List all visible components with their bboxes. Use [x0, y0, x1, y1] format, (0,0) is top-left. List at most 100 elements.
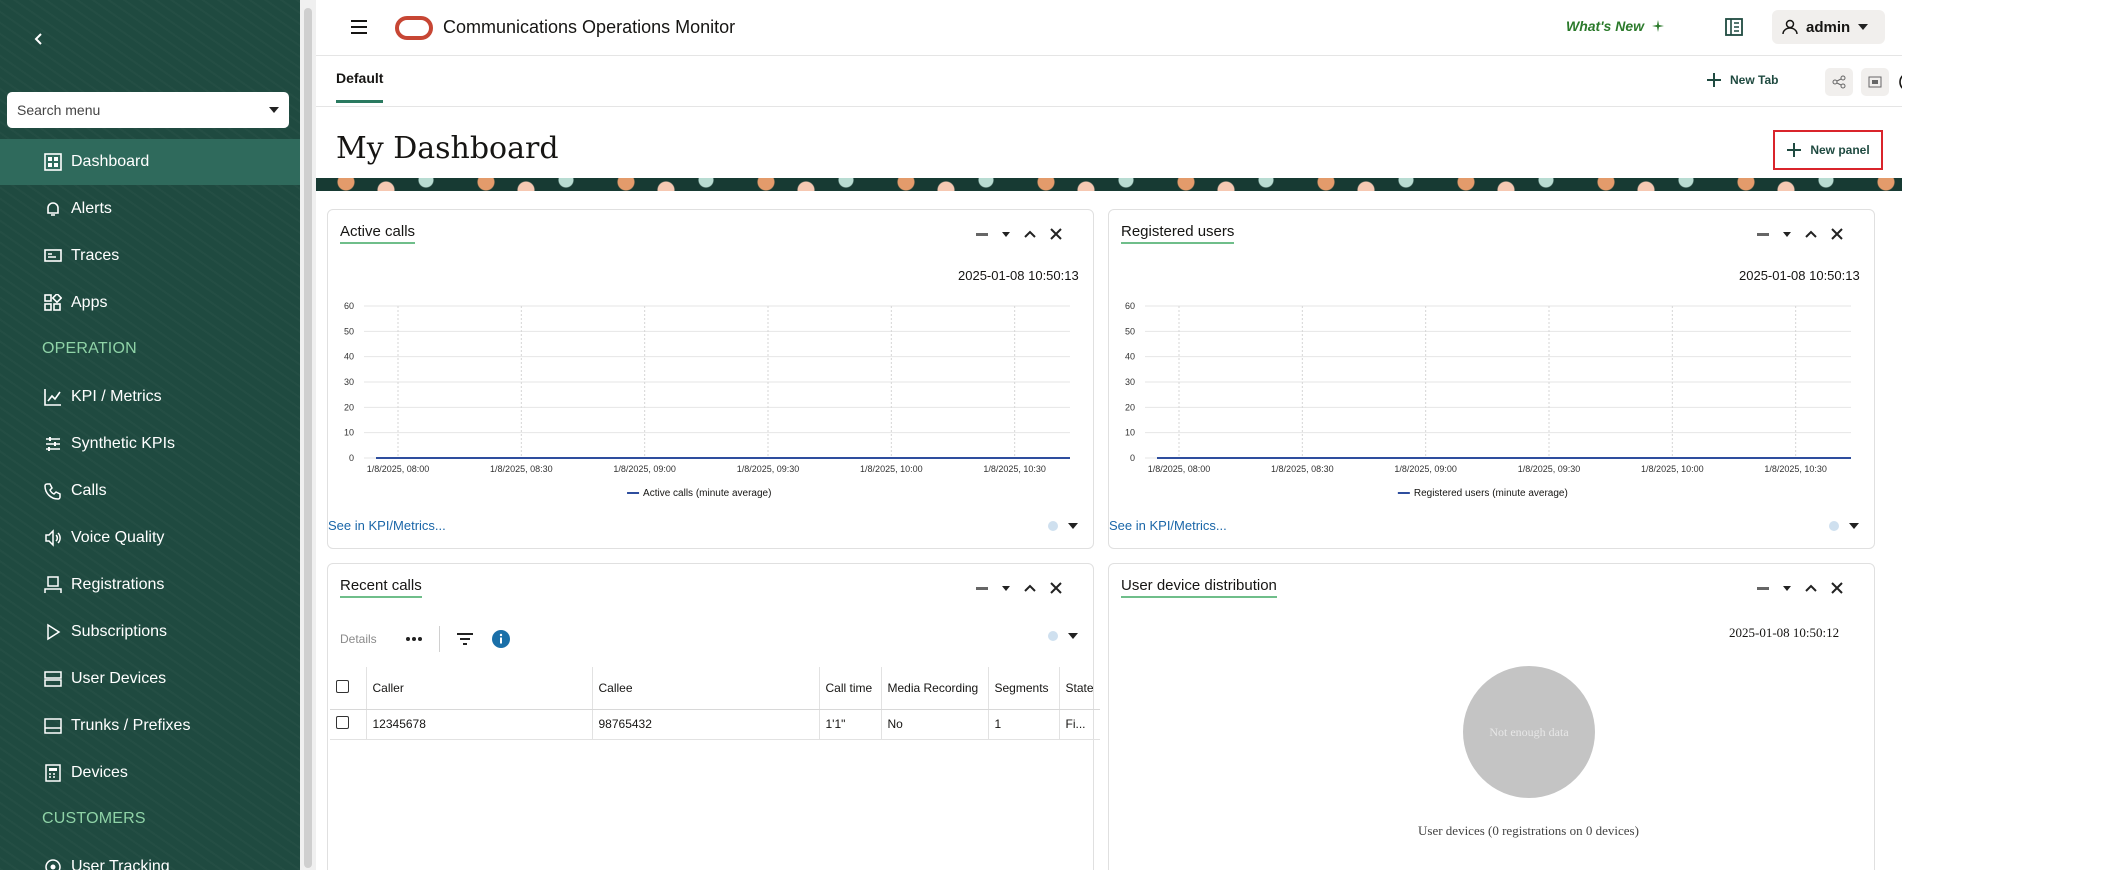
- y-tick-label: 40: [1125, 352, 1135, 362]
- chevron-up-icon[interactable]: [1024, 229, 1036, 239]
- empty-state-label: Not enough data: [1489, 724, 1569, 739]
- sidebar-item-label: Subscriptions: [71, 623, 168, 640]
- row-checkbox[interactable]: [336, 716, 349, 729]
- sidebar-item-alerts[interactable]: Alerts: [0, 186, 300, 232]
- tab-default[interactable]: Default: [336, 70, 384, 103]
- user-icon: [1782, 19, 1798, 35]
- chevron-down-icon[interactable]: [1068, 523, 1078, 529]
- column-header-caller[interactable]: Caller: [366, 667, 593, 710]
- sidebar-item-label: Traces: [71, 247, 120, 264]
- x-tick-label: 1/8/2025, 10:30: [1764, 464, 1827, 474]
- search-menu-input[interactable]: [7, 92, 289, 128]
- sidebar-item-apps[interactable]: Apps: [0, 280, 300, 326]
- x-tick-label: 1/8/2025, 09:00: [1394, 464, 1457, 474]
- chevron-up-icon[interactable]: [1805, 583, 1817, 593]
- scrollbar[interactable]: [304, 8, 312, 868]
- chevron-up-icon[interactable]: [1805, 229, 1817, 239]
- select-all-checkbox[interactable]: [336, 679, 349, 693]
- whats-new-link[interactable]: What's New: [1566, 18, 1665, 34]
- new-panel-label: New panel: [1810, 143, 1870, 157]
- sidebar-item-dashboard[interactable]: Dashboard: [0, 139, 300, 185]
- minimize-icon[interactable]: [976, 586, 988, 590]
- panel-timestamp: 2025-01-08 10:50:13: [1739, 268, 1860, 283]
- server-icon: [44, 671, 62, 687]
- play-icon: [47, 623, 61, 641]
- column-header-media-recording[interactable]: Media Recording: [881, 667, 989, 710]
- chevron-down-icon[interactable]: [1849, 523, 1859, 529]
- column-header-call-time[interactable]: Call time: [819, 667, 882, 710]
- sidebar-item-label: Registrations: [71, 576, 165, 593]
- panel-title[interactable]: Registered users: [1121, 223, 1235, 244]
- sidebar-item-user-tracking[interactable]: User Tracking: [0, 844, 300, 870]
- sidebar-item-synthetic-kpis[interactable]: Synthetic KPIs: [0, 421, 300, 467]
- chevron-down-icon[interactable]: [1002, 585, 1010, 591]
- info-icon[interactable]: [491, 630, 510, 648]
- hamburger-menu-icon[interactable]: [348, 16, 370, 38]
- new-tab-button[interactable]: New Tab: [1706, 72, 1778, 88]
- sliders-icon: [46, 437, 60, 451]
- search-menu-field[interactable]: [17, 102, 269, 118]
- see-in-kpi-link[interactable]: See in KPI/Metrics...: [1109, 518, 1227, 533]
- panel-title[interactable]: User device distribution: [1121, 577, 1277, 598]
- chevron-down-icon[interactable]: [1783, 231, 1791, 237]
- sidebar-item-subscriptions[interactable]: Subscriptions: [0, 609, 300, 655]
- legend-label: Registered users (minute average): [1414, 488, 1568, 499]
- sidebar-item-label: Voice Quality: [71, 529, 165, 546]
- book-icon[interactable]: [1723, 16, 1745, 38]
- panel-title[interactable]: Recent calls: [340, 577, 422, 598]
- fullscreen-button[interactable]: [1861, 68, 1889, 96]
- panel-timestamp: 2025-01-08 10:50:13: [958, 268, 1079, 283]
- sidebar-item-calls[interactable]: Calls: [0, 468, 300, 514]
- close-icon[interactable]: [1050, 228, 1062, 240]
- minimize-icon[interactable]: [976, 232, 988, 236]
- new-tab-label: New Tab: [1730, 73, 1779, 87]
- y-tick-label: 60: [1125, 301, 1135, 311]
- sidebar-item-kpi-metrics[interactable]: KPI / Metrics: [0, 374, 300, 420]
- x-tick-label: 1/8/2025, 10:00: [860, 464, 923, 474]
- whats-new-label: What's New: [1566, 18, 1645, 34]
- tab-bar: [316, 57, 1902, 107]
- minimize-icon[interactable]: [1757, 232, 1769, 236]
- x-tick-label: 1/8/2025, 08:30: [1271, 464, 1334, 474]
- active-calls-chart: 0 10 20 30 40 50 60 1/8/2025, 08:00 1/8/2025, 08…: [344, 301, 1070, 499]
- sidebar-item-trunks-prefixes[interactable]: Trunks / Prefixes: [0, 703, 300, 749]
- back-chevron-icon[interactable]: [26, 26, 52, 52]
- column-header-state[interactable]: State: [1059, 667, 1100, 710]
- decorative-banner: [316, 178, 1902, 191]
- x-tick-label: 1/8/2025, 09:00: [613, 464, 676, 474]
- minimize-icon[interactable]: [1757, 586, 1769, 590]
- sidebar-item-user-devices[interactable]: User Devices: [0, 656, 300, 702]
- window-icon: [44, 718, 62, 734]
- table-row[interactable]: 12345678 98765432 1'1" No 1 Fi...: [330, 709, 1100, 740]
- close-icon[interactable]: [1050, 582, 1062, 594]
- bell-icon: [47, 202, 59, 216]
- more-options-icon[interactable]: [405, 636, 423, 642]
- sidebar-item-registrations[interactable]: Registrations: [0, 562, 300, 608]
- filter-icon[interactable]: [456, 632, 474, 646]
- speaker-icon: [45, 529, 61, 547]
- sidebar-item-traces[interactable]: Traces: [0, 233, 300, 279]
- chevron-down-icon[interactable]: [269, 107, 279, 113]
- column-header-segments[interactable]: Segments: [988, 667, 1060, 710]
- close-icon[interactable]: [1831, 582, 1843, 594]
- details-button[interactable]: Details: [340, 632, 377, 646]
- cell-caller: 12345678: [366, 709, 593, 740]
- see-in-kpi-link[interactable]: See in KPI/Metrics...: [328, 518, 446, 533]
- chevron-down-icon[interactable]: [1002, 231, 1010, 237]
- chevron-down-icon[interactable]: [1783, 585, 1791, 591]
- share-button[interactable]: [1825, 68, 1853, 96]
- chevron-up-icon[interactable]: [1024, 583, 1036, 593]
- y-tick-label: 50: [1125, 326, 1135, 336]
- chevron-down-icon[interactable]: [1068, 633, 1078, 639]
- user-menu-button[interactable]: admin: [1772, 10, 1885, 44]
- y-tick-label: 60: [344, 301, 354, 311]
- close-icon[interactable]: [1831, 228, 1843, 240]
- sidebar-item-voice-quality[interactable]: Voice Quality: [0, 515, 300, 561]
- panel-title[interactable]: Active calls: [340, 223, 416, 244]
- sidebar-item-devices[interactable]: Devices: [0, 750, 300, 796]
- column-header-callee[interactable]: Callee: [592, 667, 820, 710]
- new-panel-button[interactable]: New panel: [1773, 130, 1883, 170]
- page-background: [1902, 0, 2110, 870]
- row-select-cell: [330, 709, 367, 740]
- x-tick-label: 1/8/2025, 09:30: [737, 464, 800, 474]
